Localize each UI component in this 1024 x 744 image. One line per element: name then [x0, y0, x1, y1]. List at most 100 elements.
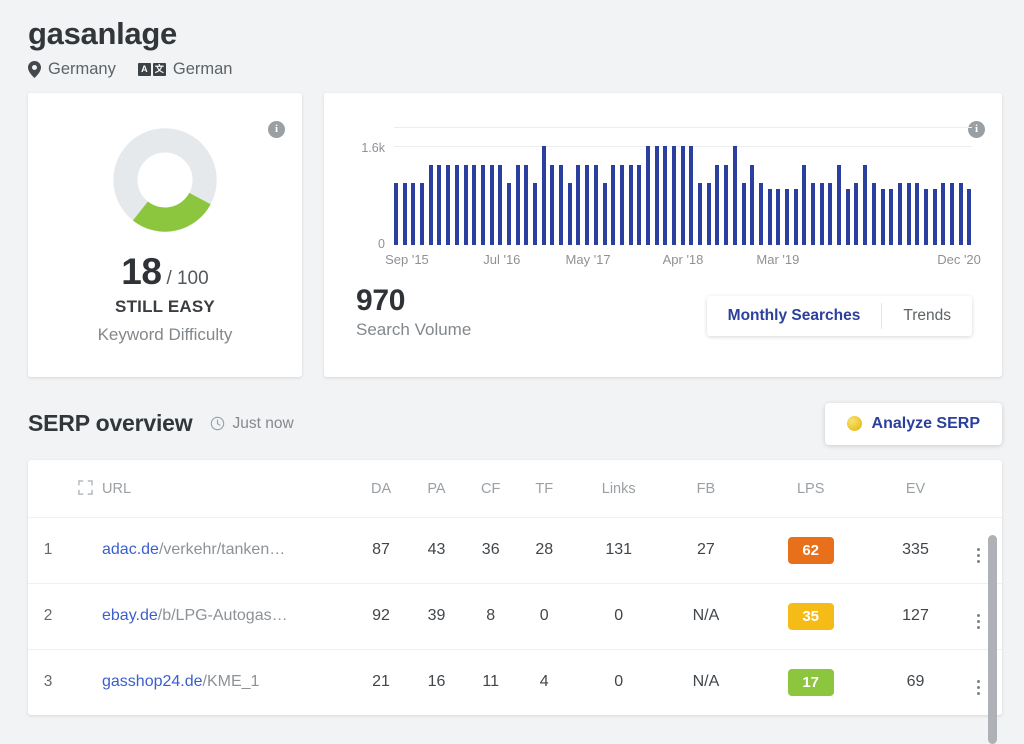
chart-bar[interactable]	[923, 189, 928, 245]
row-pa: 16	[410, 648, 463, 715]
chart-bar[interactable]	[793, 189, 798, 245]
chart-bar[interactable]	[506, 183, 511, 245]
chart-bar[interactable]	[767, 189, 772, 245]
chart-bar[interactable]	[394, 183, 398, 245]
chart-bar[interactable]	[837, 164, 842, 245]
chart-bar[interactable]	[454, 164, 459, 245]
chart-bar[interactable]	[663, 146, 668, 245]
expand-icon[interactable]	[77, 479, 93, 495]
table-row[interactable]: 2 ebay.de/b/LPG-Autogas… 92 39 8 0 0 N/A 35 127	[28, 582, 1002, 650]
table-row[interactable]: 1 adac.de/verkehr/tanken… 87 43 36 28 131 27 62 3…	[28, 516, 1002, 584]
row-rank: 3	[28, 648, 68, 715]
chart-bar[interactable]	[402, 183, 407, 245]
chart-bar[interactable]	[602, 183, 607, 245]
chart-bar[interactable]	[915, 183, 920, 245]
chart-bar[interactable]	[863, 164, 868, 245]
row-links: 0	[569, 582, 668, 650]
kebab-menu-icon[interactable]	[976, 547, 980, 563]
chart-bar[interactable]	[897, 183, 902, 245]
chart-bar[interactable]	[724, 164, 729, 245]
chart-bar[interactable]	[489, 164, 494, 245]
chart-bar[interactable]	[628, 164, 633, 245]
chart-bar[interactable]	[854, 183, 859, 245]
chart-bar[interactable]	[802, 164, 807, 245]
chart-bar[interactable]	[480, 164, 485, 245]
chart-bar[interactable]	[411, 183, 416, 245]
analyze-serp-button[interactable]: Analyze SERP	[824, 402, 1002, 445]
row-domain[interactable]: gasshop24.de	[102, 673, 203, 690]
chart-bar[interactable]	[619, 164, 624, 245]
chart-bar[interactable]	[958, 183, 963, 245]
row-domain[interactable]: ebay.de	[102, 607, 158, 624]
volume-footer: 970 Search Volume Monthly Searches Trend…	[324, 270, 1002, 340]
serp-updated: Just now	[210, 415, 294, 433]
chart-bar[interactable]	[776, 189, 781, 245]
chart-bar[interactable]	[541, 146, 546, 245]
row-url[interactable]: gasshop24.de/KME_1	[102, 648, 352, 715]
chart-bar[interactable]	[611, 164, 616, 245]
scrollbar-thumb[interactable]	[988, 535, 997, 744]
chart-bar[interactable]	[672, 146, 676, 245]
tab-trends[interactable]: Trends	[882, 296, 972, 336]
chart-bar[interactable]	[689, 146, 694, 245]
chart-bar[interactable]	[645, 146, 650, 245]
chart-bar[interactable]	[828, 183, 833, 245]
chart-bar[interactable]	[941, 183, 946, 245]
chart-bar[interactable]	[576, 164, 581, 245]
chart-bar[interactable]	[637, 164, 642, 245]
chart-bar[interactable]	[906, 183, 911, 245]
chart-bar[interactable]	[706, 183, 711, 245]
row-domain[interactable]: adac.de	[102, 541, 159, 558]
chart-bar[interactable]	[524, 164, 529, 245]
chart-bar[interactable]	[463, 164, 468, 245]
clock-icon	[211, 416, 225, 431]
vertical-scrollbar[interactable]	[988, 470, 997, 744]
kebab-menu-icon[interactable]	[976, 679, 980, 695]
chart-bar[interactable]	[654, 146, 659, 245]
chart-bar[interactable]	[784, 189, 789, 245]
chart-bar[interactable]	[811, 183, 815, 245]
chart-bar[interactable]	[472, 164, 477, 245]
chart-bar[interactable]	[871, 183, 876, 245]
chart-bar[interactable]	[932, 189, 937, 245]
chart-bar[interactable]	[533, 183, 537, 245]
table-row[interactable]: 3 gasshop24.de/KME_1 21 16 11 4 0 N/A 17 69	[28, 648, 1002, 715]
chart-bar[interactable]	[698, 183, 703, 245]
row-url[interactable]: ebay.de/b/LPG-Autogas…	[102, 582, 352, 650]
chart-bar[interactable]	[758, 183, 763, 245]
info-icon[interactable]: i	[268, 120, 285, 138]
chart-bar[interactable]	[585, 164, 590, 245]
chart-bar[interactable]	[559, 164, 564, 245]
chart-bar[interactable]	[437, 164, 442, 245]
chart-bar[interactable]	[680, 146, 685, 245]
chart-bar[interactable]	[498, 164, 503, 245]
tab-monthly-searches[interactable]: Monthly Searches	[707, 296, 882, 336]
y-tick-top: 1.6k	[361, 140, 385, 155]
chart-bar[interactable]	[550, 164, 555, 245]
chart-bar[interactable]	[750, 164, 755, 245]
chart-bar[interactable]	[732, 146, 737, 245]
chart-bar[interactable]	[950, 183, 954, 245]
chart-bar[interactable]	[889, 189, 894, 245]
chart-bar[interactable]	[420, 183, 425, 245]
row-fb: N/A	[667, 648, 745, 715]
column-url: URL	[102, 481, 132, 498]
chart-bar[interactable]	[593, 164, 598, 245]
chart-bar[interactable]	[819, 183, 824, 245]
chart-bar[interactable]	[446, 164, 451, 245]
volume-value: 970	[356, 283, 406, 317]
chart-bar[interactable]	[845, 189, 850, 245]
row-ev: 69	[876, 648, 954, 715]
row-url[interactable]: adac.de/verkehr/tanken…	[102, 516, 352, 584]
chart-bar[interactable]	[428, 164, 433, 245]
volume-chart: 1.6k 0 Sep '15 Jul '16 May '17 Apr '18 Mar '…	[324, 93, 1002, 270]
chart-bar[interactable]	[515, 164, 520, 245]
chart-bar[interactable]	[967, 189, 972, 245]
kebab-menu-icon[interactable]	[976, 613, 980, 629]
chart-bar[interactable]	[715, 164, 720, 245]
serp-header: SERP overview Just now Analyze SERP	[0, 377, 1024, 445]
chart-bar[interactable]	[880, 189, 885, 245]
chart-bar[interactable]	[567, 183, 572, 245]
row-tf: 4	[518, 648, 570, 715]
chart-bar[interactable]	[741, 183, 746, 245]
